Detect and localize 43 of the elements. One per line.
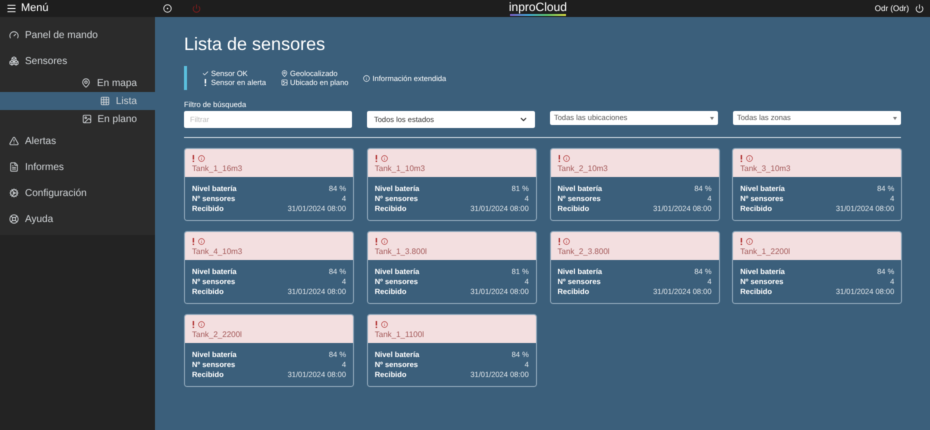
sensor-name: Tank_4_10m3 (192, 246, 244, 257)
sensor-name: Tank_1_10m3 (374, 163, 426, 174)
sidebar-item[interactable]: Informes (0, 154, 155, 180)
map-pin-icon (281, 70, 288, 77)
grid-icon (100, 96, 110, 106)
sidebar-item[interactable]: En plano (0, 110, 155, 128)
menu-button[interactable]: Menú (0, 0, 155, 17)
check-icon (202, 70, 209, 77)
sensor-name: Tank_3_10m3 (740, 163, 792, 174)
sensor-name: Tank_2_2200l (192, 329, 243, 340)
sensor-name: Tank_2_10m3 (558, 163, 609, 174)
gears-icon (9, 188, 19, 198)
sidebar-item[interactable]: Panel de mando (0, 22, 155, 48)
sensor-name: Tank_2_3.800l (558, 246, 611, 257)
caret-icon (710, 116, 714, 120)
map-pin-icon (80, 78, 91, 88)
sidebar-item[interactable]: Sensores (0, 48, 155, 74)
logout-icon[interactable] (915, 4, 924, 13)
sensor-name: Tank_1_2200l (740, 246, 792, 257)
menu-icon (6, 3, 17, 14)
sensor-name: Tank_1_16m3 (192, 163, 244, 174)
page-title: Lista de sensores (184, 33, 326, 55)
gauge-icon (9, 30, 19, 40)
caret-icon (893, 116, 897, 120)
sidebar-item[interactable]: Lista (0, 92, 155, 110)
sidebar-item[interactable]: Alertas (0, 128, 155, 154)
info-icon (363, 74, 370, 82)
lifebuoy-icon (9, 214, 19, 224)
exclamation-icon (204, 79, 207, 86)
target-icon[interactable] (163, 4, 172, 13)
document-icon (9, 162, 19, 172)
sensor-name: Tank_1_1100l (374, 329, 425, 340)
image-icon (281, 79, 288, 86)
logo: inproCloud (508, 1, 567, 16)
image-icon (82, 114, 92, 124)
cubes-icon (9, 56, 19, 66)
chevron-icon (519, 115, 528, 124)
user-name[interactable]: Odr (Odr) (874, 2, 909, 14)
warning-icon (9, 136, 19, 146)
sidebar-item[interactable]: En mapa (0, 74, 155, 92)
sensor-name: Tank_1_3.800l (374, 246, 428, 257)
sidebar-item[interactable]: Configuración (0, 180, 155, 206)
sidebar-item[interactable]: Ayuda (0, 206, 155, 232)
